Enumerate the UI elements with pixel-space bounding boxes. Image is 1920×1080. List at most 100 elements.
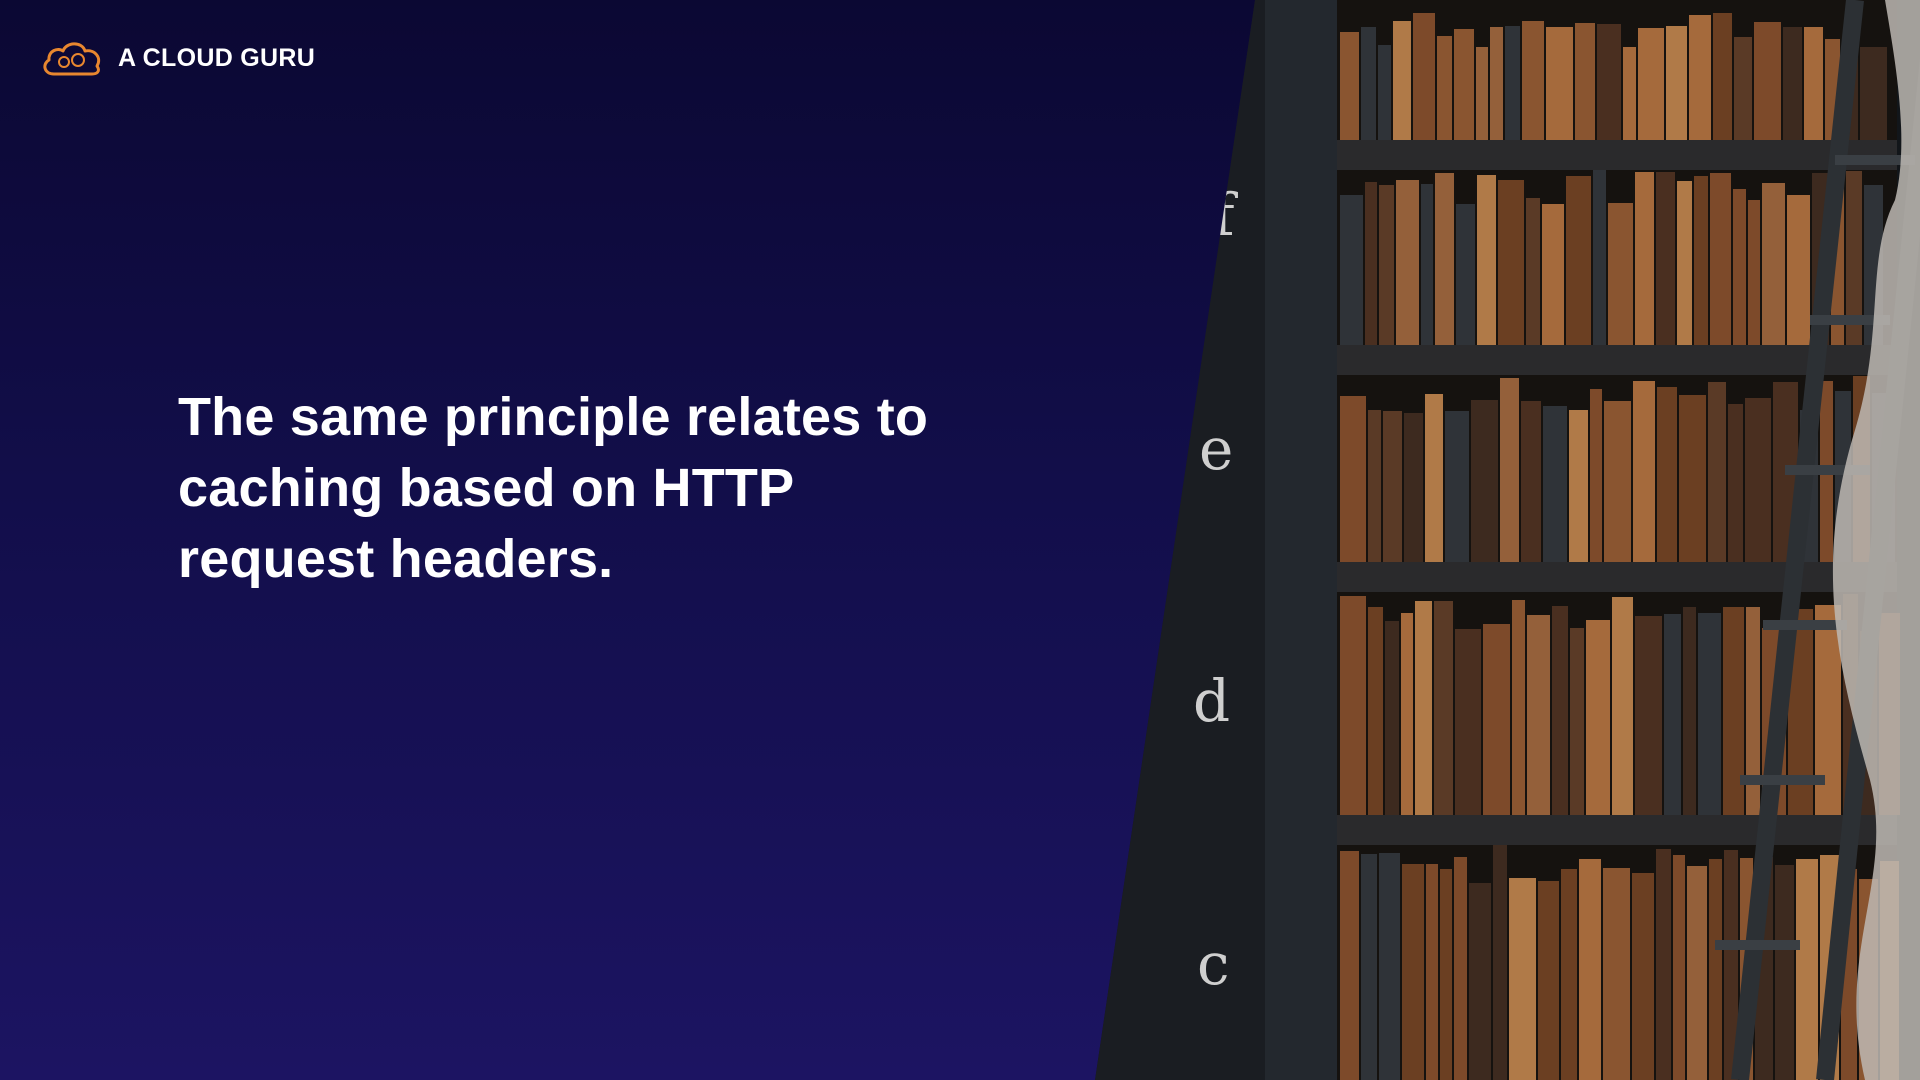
book-spine: [1505, 26, 1520, 140]
book-spine: [1379, 185, 1394, 345]
book-spine: [1733, 189, 1746, 345]
book-spine: [1677, 181, 1692, 345]
book-spine: [1378, 45, 1391, 140]
book-spine: [1569, 410, 1588, 562]
book-spine: [1445, 411, 1469, 562]
book-spine: [1657, 387, 1677, 562]
book-spine: [1666, 26, 1687, 140]
book-spine: [1796, 859, 1818, 1080]
book-spine: [1775, 865, 1794, 1080]
book-spine: [1456, 204, 1475, 345]
book-spine: [1404, 413, 1423, 562]
book-spine: [1713, 13, 1732, 140]
book-spine: [1527, 615, 1550, 815]
book-spine: [1570, 628, 1584, 815]
book-spine: [1698, 613, 1721, 815]
book-spine: [1586, 620, 1610, 815]
book-spine: [1679, 395, 1706, 562]
book-spine: [1402, 864, 1424, 1080]
book-spine: [1633, 381, 1655, 562]
book-spine: [1415, 601, 1432, 815]
book-spine: [1543, 406, 1567, 562]
book-spine: [1734, 37, 1752, 140]
book-spine: [1512, 600, 1525, 815]
cloud-logo-icon: [40, 38, 104, 78]
bookshelf-illustration: [1095, 0, 1920, 1080]
book-spine: [1500, 378, 1519, 562]
spine-letter: f: [1213, 181, 1235, 249]
book-spine: [1566, 176, 1591, 345]
book-spine: [1401, 613, 1413, 815]
book-spine: [1787, 195, 1810, 345]
book-spine: [1483, 624, 1510, 815]
book-spine: [1575, 23, 1595, 140]
book-spine: [1365, 182, 1377, 345]
book-spine: [1425, 394, 1443, 562]
brand-name: A CLOUD GURU: [118, 43, 316, 72]
book-spine: [1379, 853, 1400, 1080]
book-spine: [1635, 616, 1662, 815]
book-spine: [1526, 198, 1540, 345]
book-spine: [1783, 27, 1802, 140]
book-spine: [1860, 47, 1887, 140]
book-spine: [1509, 878, 1536, 1080]
book-spine: [1521, 401, 1541, 562]
book-spine: [1493, 845, 1507, 1080]
book-spine: [1590, 389, 1602, 562]
headline-line: The same principle relates to: [178, 387, 929, 447]
book-spine: [1709, 859, 1722, 1080]
book-spine: [1745, 398, 1771, 562]
book-spine: [1608, 203, 1633, 345]
headline: The same principle relates to caching ba…: [178, 382, 998, 595]
book-spine: [1542, 204, 1564, 345]
book-spine: [1762, 183, 1785, 345]
book-spine: [1421, 184, 1433, 345]
book-spine: [1434, 601, 1453, 815]
book-spine: [1754, 22, 1781, 140]
book-spine: [1635, 172, 1654, 345]
book-spine: [1340, 396, 1366, 562]
book-spine: [1413, 13, 1435, 140]
book-spine: [1623, 47, 1636, 140]
spine-letter: e: [1199, 415, 1234, 483]
book-spine: [1664, 614, 1681, 815]
book-spine: [1477, 175, 1496, 345]
book-spine: [1340, 596, 1366, 815]
book-spine: [1673, 855, 1685, 1080]
book-spine: [1748, 200, 1760, 345]
book-spine: [1385, 621, 1399, 815]
book-spine: [1396, 180, 1419, 345]
book-spine: [1454, 857, 1467, 1080]
book-spine: [1383, 411, 1402, 562]
spine-letter: c: [1197, 930, 1230, 998]
book-spine: [1710, 173, 1731, 345]
book-spine: [1469, 883, 1491, 1080]
book-spine: [1340, 195, 1363, 345]
book-spine: [1393, 21, 1411, 140]
book-spine: [1612, 597, 1633, 815]
book-spine: [1454, 29, 1474, 140]
book-spine: [1561, 869, 1577, 1080]
book-spine: [1368, 410, 1381, 562]
book-spine: [1361, 854, 1377, 1080]
book-spine: [1683, 607, 1696, 815]
book-spine: [1546, 27, 1573, 140]
book-spine: [1632, 873, 1654, 1080]
book-spine: [1597, 24, 1621, 140]
book-spine: [1694, 176, 1708, 345]
book-spine: [1593, 170, 1606, 345]
book-spine: [1476, 47, 1488, 140]
book-spine: [1340, 851, 1359, 1080]
headline-line: request headers.: [178, 529, 614, 589]
book-spine: [1426, 864, 1438, 1080]
book-spine: [1522, 21, 1544, 140]
book-spine: [1604, 401, 1631, 562]
book-spine: [1471, 400, 1498, 562]
headline-line: caching based on HTTP: [178, 458, 795, 518]
book-spine: [1440, 869, 1452, 1080]
book-spine: [1361, 27, 1376, 140]
bookshelf-photo: f e d c: [1095, 0, 1920, 1080]
book-spine: [1498, 180, 1524, 345]
book-spine: [1728, 404, 1743, 562]
book-spine: [1490, 27, 1503, 140]
